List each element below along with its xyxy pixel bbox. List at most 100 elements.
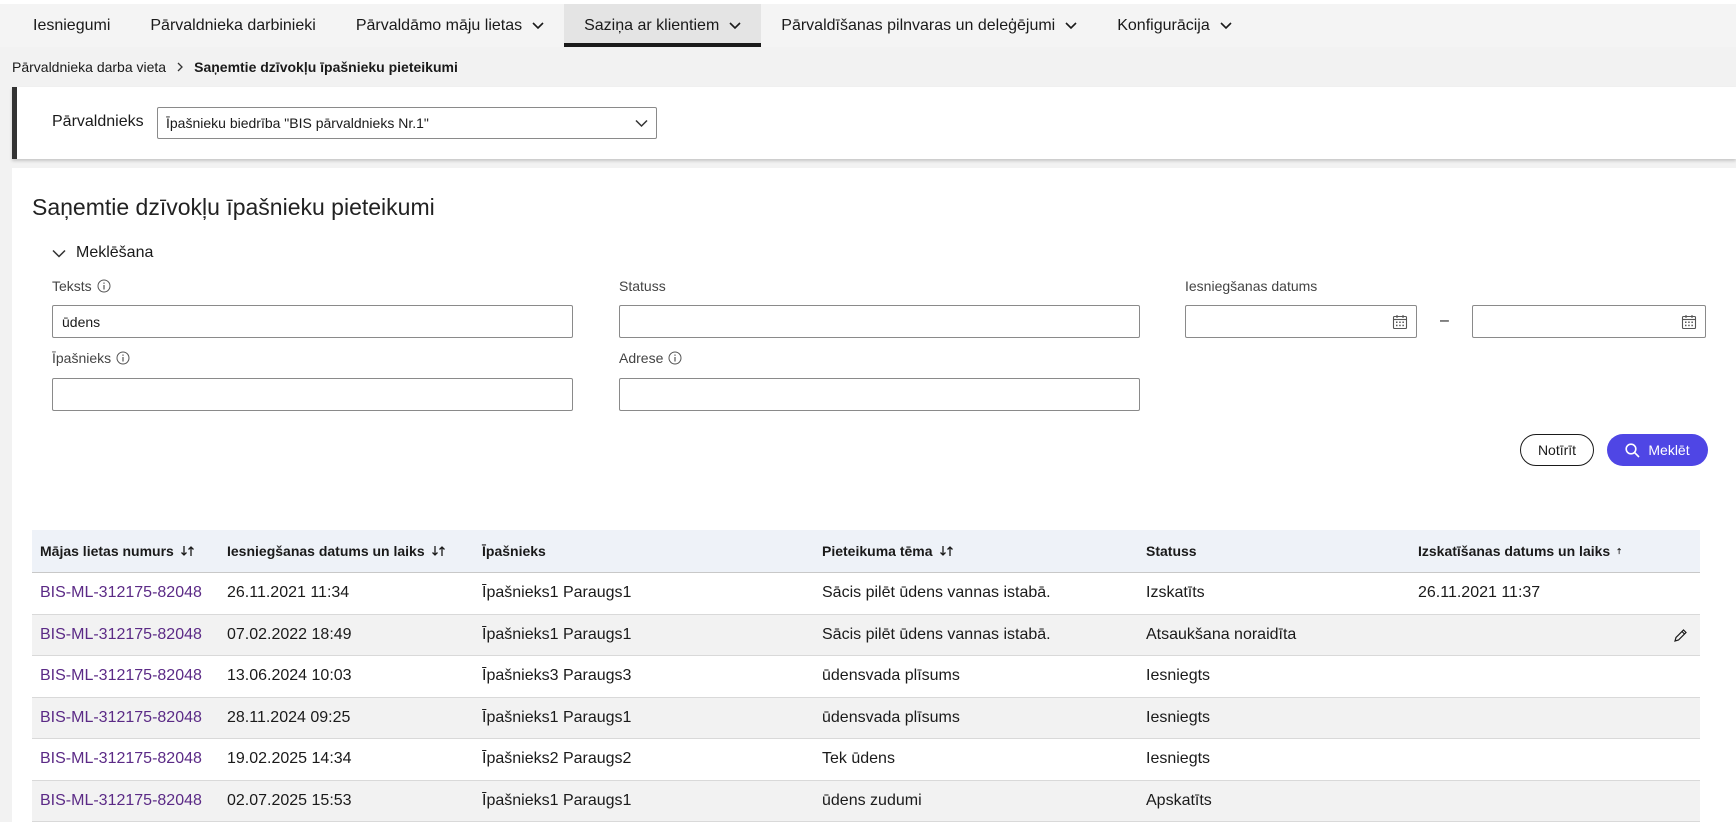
- owner-cell: Īpašnieks1 Paraugs1: [482, 791, 632, 809]
- nav-item-label: Pārvaldāmo māju lietas: [355, 16, 523, 34]
- manager-select[interactable]: Īpašnieku biedrība "BIS pārvaldnieks Nr.…: [157, 107, 657, 139]
- page-title: Saņemtie dzīvokļu īpašnieku pieteikumi: [32, 194, 435, 220]
- edit-pencil-icon[interactable]: [1673, 628, 1688, 643]
- table-row: BIS-ML-312175-82048 02.07.2025 15:53 Īpa…: [32, 780, 1700, 822]
- text-search-input[interactable]: ūdens: [52, 305, 573, 338]
- topic-cell: Sācis pilēt ūdens vannas istabā.: [822, 584, 1051, 602]
- owner-cell: Īpašnieks2 Paraugs2: [482, 750, 632, 768]
- calendar-icon[interactable]: [1681, 314, 1697, 330]
- column-header-owner: Īpašnieks: [474, 530, 814, 572]
- date-range-separator: –: [1440, 312, 1449, 329]
- status-field-label: Statuss: [619, 278, 666, 294]
- submission-date-cell: 07.02.2022 18:49: [227, 625, 352, 643]
- column-header-label: Statuss: [1146, 543, 1197, 559]
- status-cell: Izskatīts: [1146, 584, 1205, 602]
- main-nav: Iesniegumi Pārvaldnieka darbinieki Pārva…: [13, 4, 1252, 47]
- column-header-review-date[interactable]: Izskatīšanas datums un laiks: [1410, 530, 1700, 572]
- column-header-case-number[interactable]: Mājas lietas numurs: [32, 530, 219, 572]
- owner-label: Īpašnieks: [52, 350, 112, 366]
- review-date-cell: [1410, 698, 1700, 739]
- submission-date-cell: 28.11.2024 09:25: [227, 708, 351, 726]
- status-label: Statuss: [619, 278, 666, 294]
- text-search-value: ūdens: [62, 314, 101, 330]
- table-row: BIS-ML-312175-82048 28.11.2024 09:25 Īpa…: [32, 697, 1700, 739]
- table-row: BIS-ML-312175-82048 19.02.2025 14:34 Īpa…: [32, 739, 1700, 781]
- submission-date-cell: 26.11.2021 11:34: [227, 584, 350, 602]
- owner-cell: Īpašnieks3 Paraugs3: [482, 667, 632, 685]
- info-icon[interactable]: [668, 351, 682, 365]
- clear-button[interactable]: Notīrīt: [1520, 434, 1594, 466]
- table-row: BIS-ML-312175-82048 07.02.2022 18:49 Īpa…: [32, 614, 1700, 656]
- topic-cell: Sācis pilēt ūdens vannas istabā.: [822, 625, 1051, 643]
- search-button-label: Meklēt: [1648, 442, 1690, 458]
- nav-item-customer-communication[interactable]: Saziņa ar klientiem: [564, 4, 762, 47]
- status-cell: Atsaukšana noraidīta: [1146, 625, 1297, 643]
- calendar-icon[interactable]: [1392, 314, 1408, 330]
- nav-item-label: Iesniegumi: [33, 16, 111, 34]
- owner-cell: Īpašnieks1 Paraugs1: [482, 708, 632, 726]
- search-section-toggle[interactable]: Meklēšana: [52, 244, 153, 262]
- topic-cell: ūdens zudumi: [822, 791, 922, 809]
- text-label: Teksts: [52, 278, 92, 294]
- breadcrumb: Pārvaldnieka darba vieta Saņemtie dzīvok…: [12, 59, 458, 75]
- submission-date-cell: 13.06.2024 10:03: [227, 667, 352, 685]
- nav-item-label: Pārvaldīšanas pilnvaras un deleģējumi: [781, 16, 1056, 34]
- topic-cell: ūdensvada plīsums: [822, 667, 960, 685]
- sort-icon: [180, 546, 194, 556]
- manager-label: Pārvaldnieks: [52, 113, 144, 130]
- column-header-status: Statuss: [1138, 530, 1410, 572]
- date-from-input[interactable]: [1185, 305, 1417, 338]
- nav-item-management-authorizations[interactable]: Pārvaldīšanas pilnvaras un deleģējumi: [761, 4, 1097, 47]
- table-body: BIS-ML-312175-82048 26.11.2021 11:34 Īpa…: [32, 573, 1700, 822]
- nav-item-managed-house-cases[interactable]: Pārvaldāmo māju lietas: [336, 4, 564, 47]
- search-icon: [1625, 442, 1640, 458]
- clear-button-label: Notīrīt: [1537, 442, 1577, 458]
- chevron-down-icon: [1065, 21, 1077, 29]
- status-select[interactable]: [619, 305, 1140, 338]
- owner-input[interactable]: [52, 378, 573, 411]
- nav-item-configuration[interactable]: Konfigurācija: [1097, 4, 1252, 47]
- text-field-label: Teksts: [52, 278, 111, 294]
- case-number-link[interactable]: BIS-ML-312175-82048: [32, 615, 219, 656]
- case-number-link[interactable]: BIS-ML-312175-82048: [32, 781, 219, 822]
- nav-item-label: Pārvaldnieka darbinieki: [150, 16, 316, 34]
- status-cell: Iesniegts: [1146, 708, 1211, 726]
- info-icon[interactable]: [116, 351, 130, 365]
- column-header-label: Iesniegšanas datums un laiks: [227, 543, 425, 559]
- review-date-cell: 26.11.2021 11:37: [1418, 584, 1541, 602]
- breadcrumb-link-workplace[interactable]: Pārvaldnieka darba vieta: [12, 59, 166, 75]
- manager-panel: Pārvaldnieks Īpašnieku biedrība "BIS pār…: [12, 87, 1736, 159]
- topic-cell: Tek ūdens: [822, 750, 895, 768]
- date-field-label: Iesniegšanas datums: [1185, 278, 1317, 294]
- main-content: Saņemtie dzīvokļu īpašnieku pieteikumi M…: [12, 168, 1736, 822]
- table-row: BIS-ML-312175-82048 26.11.2021 11:34 Īpa…: [32, 573, 1700, 615]
- column-header-submission-date[interactable]: Iesniegšanas datums un laiks: [219, 530, 474, 572]
- address-field-label: Adrese: [619, 350, 682, 366]
- nav-item-manager-employees[interactable]: Pārvaldnieka darbinieki: [130, 4, 335, 47]
- nav-item-label: Konfigurācija: [1117, 16, 1210, 34]
- sort-icon: [431, 546, 445, 556]
- owner-field-label: Īpašnieks: [52, 350, 130, 366]
- case-number-link[interactable]: BIS-ML-312175-82048: [32, 698, 219, 739]
- date-to-input[interactable]: [1472, 305, 1706, 338]
- sort-icon: [939, 546, 953, 556]
- address-label: Adrese: [619, 350, 664, 366]
- case-number-link[interactable]: BIS-ML-312175-82048: [32, 656, 219, 697]
- status-cell: Iesniegts: [1146, 750, 1211, 768]
- chevron-down-icon: [1220, 21, 1232, 29]
- nav-item-submissions[interactable]: Iesniegumi: [13, 4, 130, 47]
- case-number-link[interactable]: BIS-ML-312175-82048: [32, 573, 219, 614]
- status-cell: Apskatīts: [1146, 791, 1212, 809]
- search-button[interactable]: Meklēt: [1607, 434, 1708, 466]
- review-date-cell: [1410, 781, 1700, 822]
- chevron-down-icon: [532, 21, 544, 29]
- address-input[interactable]: [619, 378, 1140, 411]
- column-header-label: Īpašnieks: [482, 543, 546, 559]
- info-icon[interactable]: [97, 279, 111, 293]
- case-number-link[interactable]: BIS-ML-312175-82048: [32, 739, 219, 780]
- review-date-cell: [1410, 615, 1700, 656]
- topic-cell: ūdensvada plīsums: [822, 708, 960, 726]
- table-header: Mājas lietas numurs Iesniegšanas datums …: [32, 530, 1700, 573]
- column-header-topic[interactable]: Pieteikuma tēma: [814, 530, 1138, 572]
- review-date-cell: [1410, 656, 1700, 697]
